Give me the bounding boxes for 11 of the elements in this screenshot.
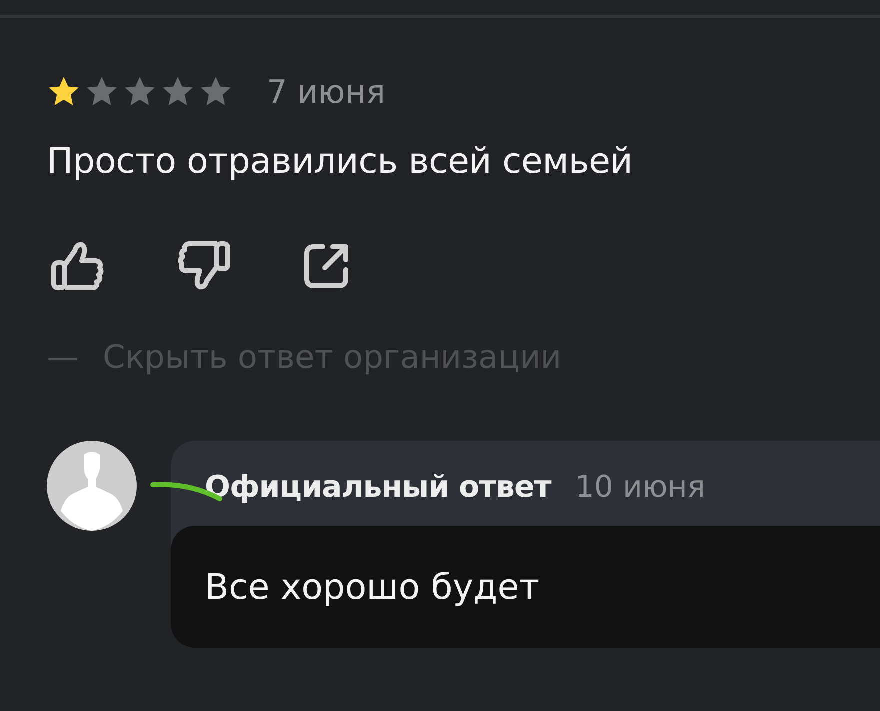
reply-title: Официальный ответ (205, 468, 552, 506)
like-button[interactable] (51, 240, 105, 290)
avatar-icon (47, 440, 137, 530)
review-date: 7 июня (267, 72, 386, 113)
review-text: Просто отравились всей семьей (47, 141, 634, 184)
share-icon (303, 242, 351, 290)
dislike-button[interactable] (177, 240, 231, 290)
thumbs-down-icon (177, 240, 231, 290)
thumbs-up-icon (51, 240, 105, 290)
reply-date: 10 июня (575, 468, 706, 506)
reply-text: Все хорошо будет (205, 568, 540, 608)
